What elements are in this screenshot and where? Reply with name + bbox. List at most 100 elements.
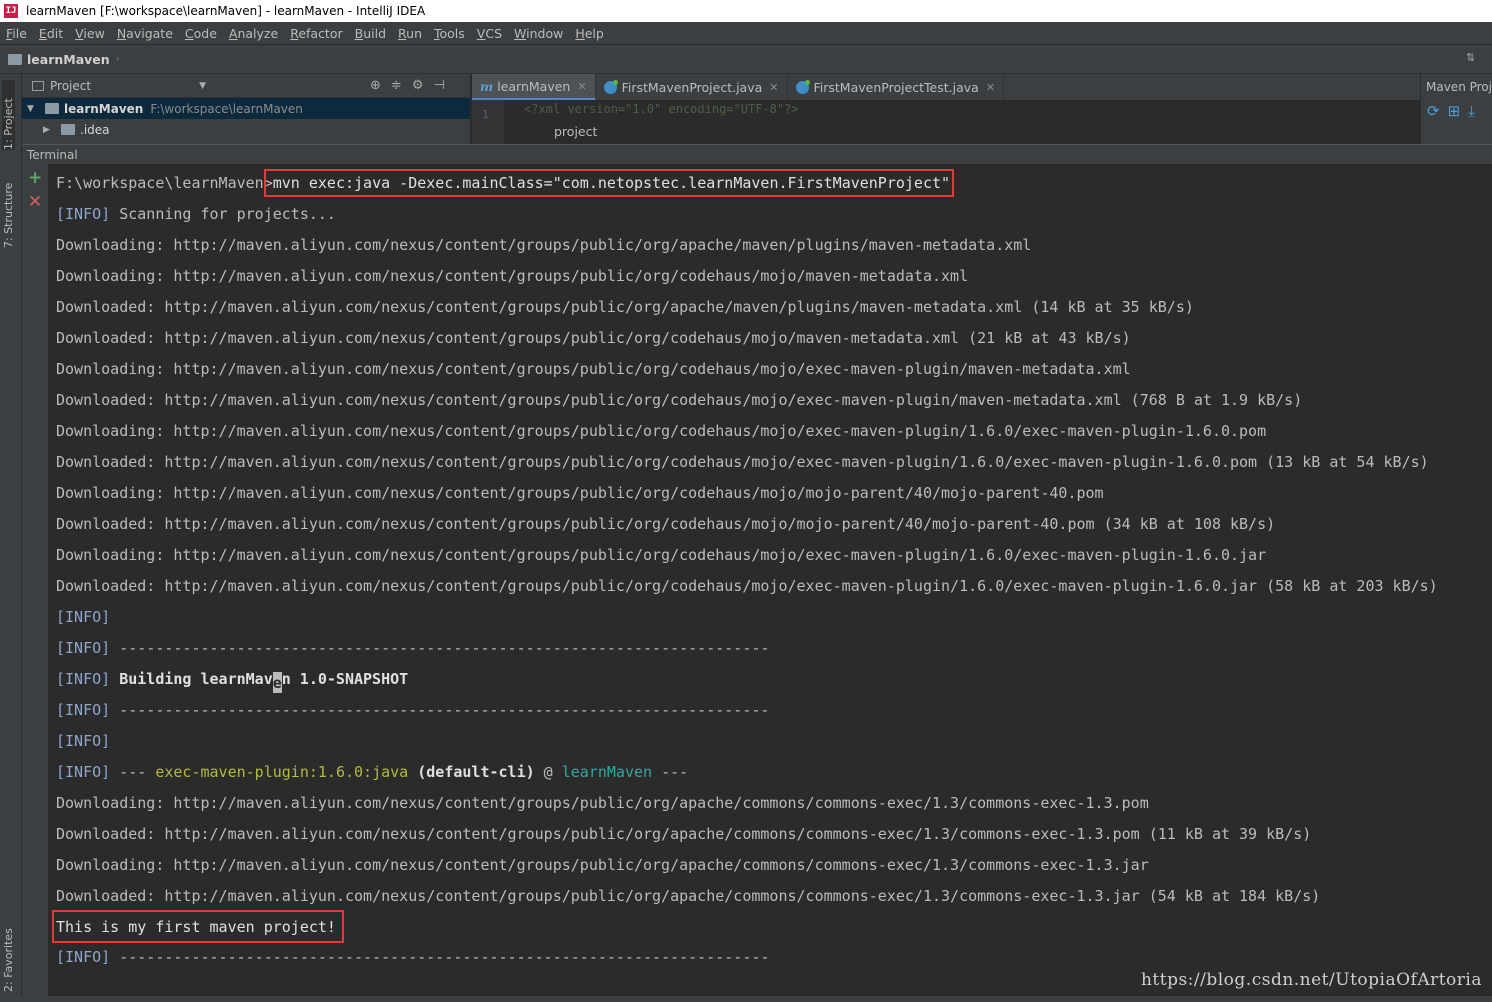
- line-number-gutter: 1: [472, 100, 504, 144]
- log-text: Scanning for projects...: [110, 205, 336, 223]
- tab-pom-learnmaven[interactable]: m learnMaven ✕: [472, 74, 596, 100]
- info-tag: [INFO]: [56, 763, 111, 781]
- log-line: Downloaded: http://maven.aliyun.com/nexu…: [56, 329, 1131, 347]
- log-line: Downloaded: http://maven.aliyun.com/nexu…: [56, 453, 1429, 471]
- tool-tab-project[interactable]: 1: Project: [2, 80, 15, 150]
- locate-icon[interactable]: ⊕: [370, 78, 381, 93]
- tree-item-idea[interactable]: ▶ .idea: [22, 119, 470, 140]
- log-line: Downloaded: http://maven.aliyun.com/nexu…: [56, 298, 1194, 316]
- log-line: Downloading: http://maven.aliyun.com/nex…: [56, 794, 1149, 812]
- close-icon[interactable]: ✕: [769, 81, 778, 94]
- terminal-toolbar: + ✕: [22, 164, 48, 1002]
- new-session-icon[interactable]: +: [28, 168, 42, 188]
- breadcrumb-project[interactable]: learnMaven: [27, 52, 110, 67]
- window-title-bar: IJ learnMaven [F:\workspace\learnMaven] …: [0, 0, 1492, 22]
- navigation-bar: learnMaven › ⇅: [0, 44, 1492, 74]
- editor-tabs: m learnMaven ✕ FirstMavenProject.java ✕ …: [472, 74, 1420, 100]
- separator-dashes: ----------------------------------------…: [110, 639, 770, 657]
- info-tag: [INFO]: [56, 608, 111, 626]
- menu-analyze[interactable]: Analyze: [229, 26, 278, 41]
- terminal-title[interactable]: Terminal: [27, 148, 78, 162]
- output-highlight-box: [52, 910, 344, 943]
- log-line: [INFO] ---------------------------------…: [56, 699, 769, 721]
- menu-bar: File Edit View Navigate Code Analyze Ref…: [0, 22, 1492, 44]
- log-line: Downloading: http://maven.aliyun.com/nex…: [56, 484, 1104, 502]
- log-line: [INFO] --- exec-maven-plugin:1.6.0:java …: [56, 761, 688, 783]
- plugin-execution: (default-cli): [408, 763, 535, 781]
- tool-tab-favorites[interactable]: 2: Favorites: [2, 902, 15, 992]
- maven-panel-title[interactable]: Maven Projects: [1421, 74, 1492, 94]
- tool-tab-structure[interactable]: 7: Structure: [2, 168, 15, 248]
- menu-view[interactable]: View: [75, 26, 105, 41]
- plugin-prefix: ---: [110, 763, 156, 781]
- log-line: [INFO]: [56, 730, 110, 752]
- expand-down-icon[interactable]: ▼: [27, 104, 39, 114]
- refresh-icon[interactable]: ⟳: [1427, 102, 1440, 120]
- download-icon[interactable]: ⤓: [1468, 102, 1475, 120]
- plugin-at: @: [534, 763, 562, 781]
- tab-label: FirstMavenProject.java: [621, 79, 763, 95]
- log-line: Downloading: http://maven.aliyun.com/nex…: [56, 422, 1267, 440]
- close-session-icon[interactable]: ✕: [28, 192, 42, 212]
- maven-toolbar-icon[interactable]: ⇅: [1466, 51, 1482, 67]
- expand-right-icon[interactable]: ▶: [43, 125, 55, 135]
- menu-build[interactable]: Build: [355, 26, 386, 41]
- log-line: Downloaded: http://maven.aliyun.com/nexu…: [56, 577, 1438, 595]
- log-line: Downloaded: http://maven.aliyun.com/nexu…: [56, 887, 1321, 905]
- separator-dashes: ----------------------------------------…: [110, 948, 770, 966]
- add-maven-project-icon[interactable]: ⊞: [1448, 102, 1461, 120]
- maven-projects-panel: Maven Projects ⟳ ⊞ ⤓: [1420, 74, 1492, 144]
- hide-panel-icon[interactable]: ⊣: [433, 78, 444, 93]
- log-line: Downloading: http://maven.aliyun.com/nex…: [56, 856, 1149, 874]
- menu-refactor[interactable]: Refactor: [290, 26, 342, 41]
- menu-code[interactable]: Code: [185, 26, 217, 41]
- module-folder-icon: [45, 103, 59, 114]
- java-class-icon: [795, 79, 810, 94]
- log-line: Downloaded: http://maven.aliyun.com/nexu…: [56, 825, 1312, 843]
- tree-item-path: F:\workspace\learnMaven: [150, 101, 303, 116]
- folder-icon: [8, 53, 22, 65]
- watermark: https://blog.csdn.net/UtopiaOfArtoria: [1140, 970, 1482, 990]
- tab-first-maven-project-test[interactable]: FirstMavenProjectTest.java ✕: [788, 74, 1005, 100]
- menu-edit[interactable]: Edit: [39, 26, 63, 41]
- tree-item-learnmaven[interactable]: ▼ learnMaven F:\workspace\learnMaven: [22, 98, 470, 119]
- log-line: [INFO] ---------------------------------…: [56, 637, 769, 659]
- collapse-icon[interactable]: ≑: [391, 78, 402, 93]
- code-line: <?xml version="1.0" encoding="UTF-8"?>: [524, 102, 799, 116]
- menu-file[interactable]: File: [6, 26, 27, 41]
- log-line: Downloaded: http://maven.aliyun.com/nexu…: [56, 391, 1303, 409]
- menu-window[interactable]: Window: [514, 26, 563, 41]
- log-line: [INFO] Building learnMaven 1.0-SNAPSHOT: [56, 668, 409, 693]
- building-text: n 1.0-SNAPSHOT: [281, 670, 409, 688]
- terminal-output[interactable]: F:\workspace\learnMaven>mvn exec:java -D…: [48, 164, 1492, 1002]
- log-line: Downloading: http://maven.aliyun.com/nex…: [56, 546, 1267, 564]
- close-icon[interactable]: ✕: [577, 80, 586, 93]
- log-line: Downloading: http://maven.aliyun.com/nex…: [56, 236, 1032, 254]
- gear-icon[interactable]: ⚙: [412, 78, 424, 93]
- menu-navigate[interactable]: Navigate: [117, 26, 173, 41]
- project-panel-title[interactable]: Project: [50, 79, 91, 93]
- terminal-header: Terminal: [22, 144, 1492, 164]
- java-class-icon: [603, 79, 618, 94]
- menu-help[interactable]: Help: [575, 26, 604, 41]
- log-line: [INFO] Scanning for projects...: [56, 203, 336, 225]
- log-line: Downloaded: http://maven.aliyun.com/nexu…: [56, 515, 1276, 533]
- menu-run[interactable]: Run: [398, 26, 422, 41]
- log-line: Downloading: http://maven.aliyun.com/nex…: [56, 267, 969, 285]
- left-tool-stripe: 1: Project 7: Structure 2: Favorites: [0, 74, 22, 1002]
- chevron-down-icon[interactable]: ▼: [199, 81, 206, 91]
- tab-first-maven-project[interactable]: FirstMavenProject.java ✕: [596, 74, 788, 100]
- editor-body[interactable]: 1 <?xml version="1.0" encoding="UTF-8"?>…: [472, 100, 1420, 144]
- editor-breadcrumb[interactable]: project: [554, 124, 597, 139]
- close-icon[interactable]: ✕: [986, 81, 995, 94]
- log-line: [INFO] ---------------------------------…: [56, 946, 769, 968]
- info-tag: [INFO]: [56, 701, 111, 719]
- menu-vcs[interactable]: VCS: [477, 26, 502, 41]
- chevron-right-icon: ›: [115, 53, 120, 65]
- tree-item-name: learnMaven: [64, 101, 144, 116]
- tab-label: learnMaven: [497, 78, 571, 94]
- info-tag: [INFO]: [56, 732, 111, 750]
- menu-tools[interactable]: Tools: [434, 26, 465, 41]
- log-line: Downloading: http://maven.aliyun.com/nex…: [56, 360, 1131, 378]
- plugin-name: exec-maven-plugin:1.6.0:java: [155, 763, 409, 781]
